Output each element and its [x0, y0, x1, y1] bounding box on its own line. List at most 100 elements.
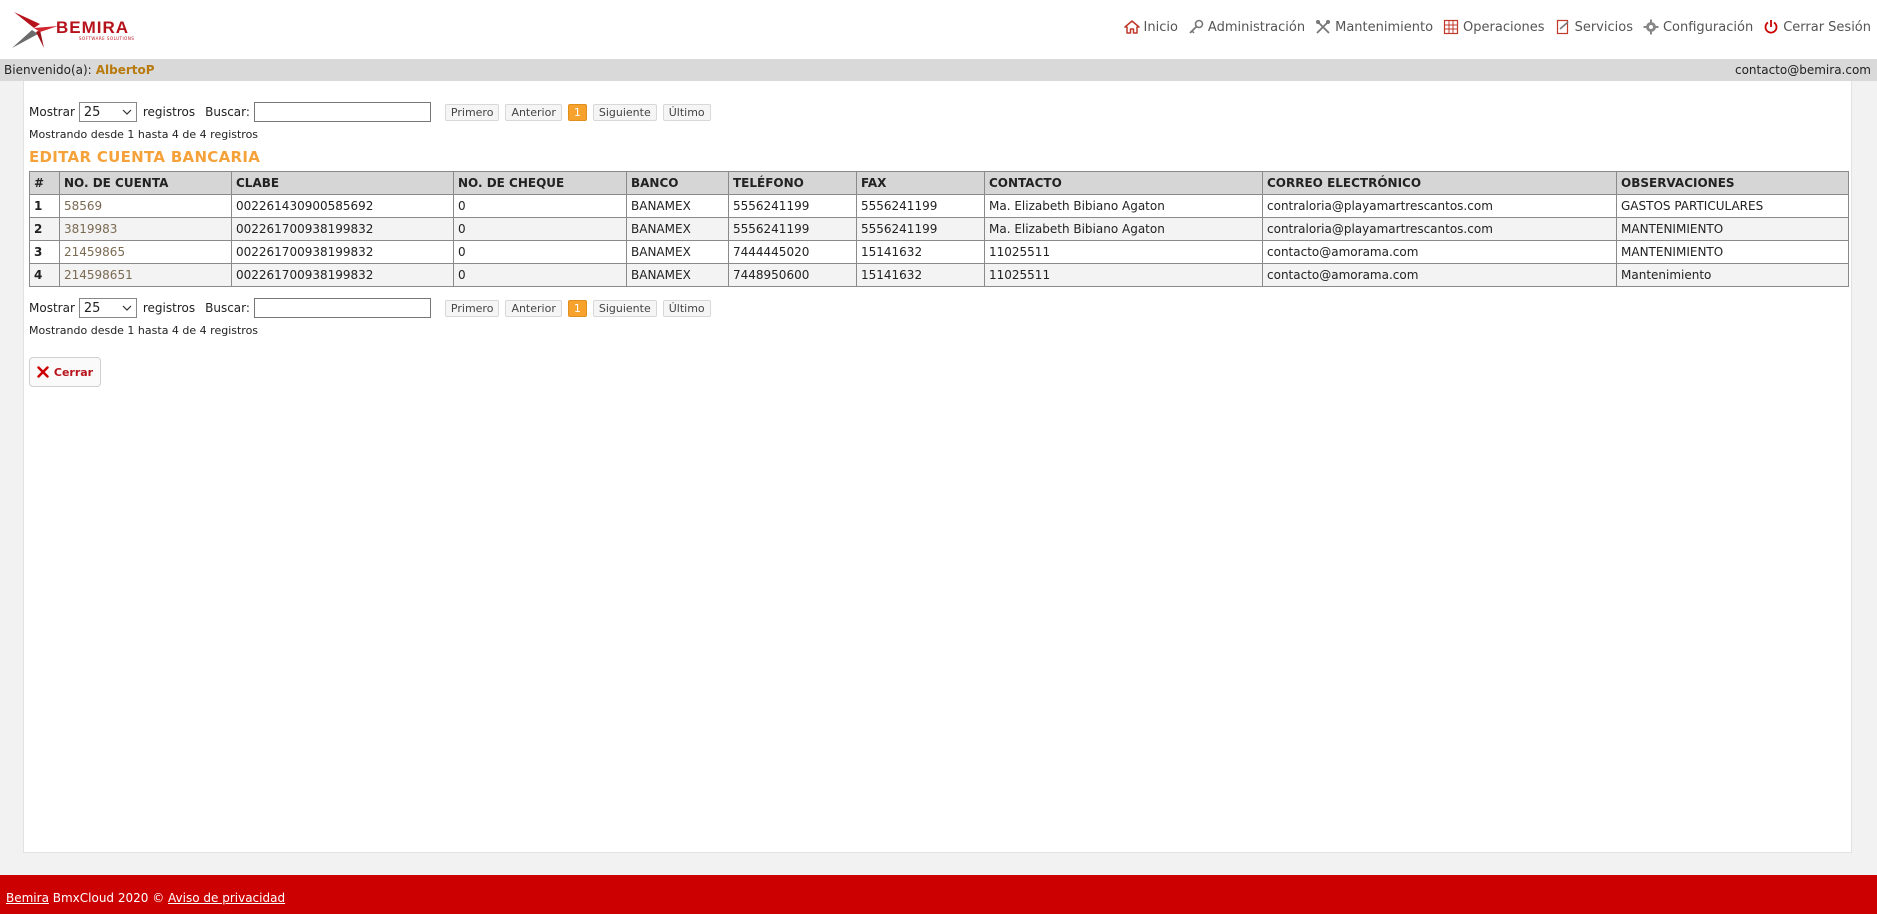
- cell-bank: BANAMEX: [626, 240, 729, 264]
- column-header-bank[interactable]: BANCO: [626, 171, 729, 195]
- nav-item-label: Operaciones: [1463, 19, 1545, 35]
- close-button[interactable]: Cerrar: [29, 357, 101, 387]
- cell-notes: Mantenimiento: [1616, 263, 1849, 287]
- cell-clabe: 002261700938199832: [231, 263, 454, 287]
- cell-contact: Ma. Elizabeth Bibiano Agaton: [984, 217, 1263, 241]
- cell-check-number: 0: [453, 263, 627, 287]
- cell-account-number-link[interactable]: 21459865: [59, 240, 232, 264]
- top-header: BEMIRA SOFTWARE SOLUTIONS Inicio Adminis…: [0, 0, 1877, 59]
- page-size-value: 25: [83, 104, 101, 120]
- list-controls-bottom: Mostrar 25 registros Buscar: Primero Ant…: [29, 297, 717, 319]
- current-page-button[interactable]: 1: [567, 103, 587, 121]
- nav-item-label: Mantenimiento: [1335, 19, 1434, 35]
- cell-check-number: 0: [453, 240, 627, 264]
- last-page-button[interactable]: Último: [662, 299, 711, 317]
- table-header-row: # NO. DE CUENTA CLABE NO. DE CHEQUE BANC…: [29, 171, 1849, 195]
- next-page-button[interactable]: Siguiente: [592, 299, 657, 317]
- column-header-fax[interactable]: FAX: [856, 171, 985, 195]
- column-header-check-number[interactable]: NO. DE CHEQUE: [453, 171, 627, 195]
- page-title: EDITAR CUENTA BANCARIA: [29, 148, 261, 166]
- cell-check-number: 0: [453, 217, 627, 241]
- power-icon: [1764, 20, 1778, 34]
- current-page-button[interactable]: 1: [567, 299, 587, 317]
- table-row[interactable]: 1 58569 002261430900585692 0 BANAMEX 555…: [29, 194, 1849, 218]
- cell-account-number-link[interactable]: 214598651: [59, 263, 232, 287]
- nav-item-label: Inicio: [1143, 19, 1178, 35]
- cell-fax: 5556241199: [856, 194, 985, 218]
- nav-item-label: Configuración: [1662, 19, 1754, 35]
- cell-index: 3: [29, 240, 60, 264]
- list-controls-top: Mostrar 25 registros Buscar: Primero Ant…: [29, 101, 717, 123]
- column-header-clabe[interactable]: CLABE: [231, 171, 454, 195]
- next-page-button[interactable]: Siguiente: [592, 103, 657, 121]
- cell-contact: Ma. Elizabeth Bibiano Agaton: [984, 194, 1263, 218]
- cell-account-number-link[interactable]: 58569: [59, 194, 232, 218]
- records-info-bottom: Mostrando desde 1 hasta 4 de 4 registros: [29, 324, 259, 337]
- first-page-button[interactable]: Primero: [444, 103, 500, 121]
- bemira-logo[interactable]: BEMIRA SOFTWARE SOLUTIONS: [10, 8, 140, 52]
- first-page-button[interactable]: Primero: [444, 299, 500, 317]
- nav-item-inicio[interactable]: Inicio: [1123, 19, 1178, 35]
- cell-contact: 11025511: [984, 263, 1263, 287]
- records-label: registros: [142, 105, 196, 119]
- page-size-select[interactable]: 25: [78, 102, 137, 122]
- previous-page-button[interactable]: Anterior: [505, 299, 562, 317]
- nav-item-operaciones[interactable]: Operaciones: [1443, 19, 1545, 35]
- cell-bank: BANAMEX: [626, 194, 729, 218]
- cell-index: 1: [29, 194, 60, 218]
- table-row[interactable]: 3 21459865 002261700938199832 0 BANAMEX …: [29, 240, 1849, 264]
- search-input[interactable]: [253, 102, 431, 122]
- nav-item-mantenimiento[interactable]: Mantenimiento: [1315, 19, 1433, 35]
- main-nav: Inicio Administración Mantenimiento Oper…: [1114, 17, 1871, 37]
- cell-bank: BANAMEX: [626, 217, 729, 241]
- footer-text: Bemira BmxCloud 2020 © Aviso de privacid…: [6, 891, 285, 905]
- column-header-index[interactable]: #: [29, 171, 60, 195]
- bank-accounts-table: # NO. DE CUENTA CLABE NO. DE CHEQUE BANC…: [29, 171, 1849, 287]
- page-size-value: 25: [83, 300, 101, 316]
- search-input[interactable]: [253, 298, 431, 318]
- privacy-notice-link[interactable]: Aviso de privacidad: [168, 891, 285, 905]
- cell-contact: 11025511: [984, 240, 1263, 264]
- welcome-label: Bienvenido(a):: [4, 63, 92, 77]
- nav-item-servicios[interactable]: Servicios: [1555, 19, 1633, 35]
- logo-tagline: SOFTWARE SOLUTIONS: [79, 36, 135, 41]
- welcome-message: Bienvenido(a): AlbertoP: [4, 63, 155, 77]
- user-name: AlbertoP: [95, 63, 155, 77]
- column-header-phone[interactable]: TELÉFONO: [728, 171, 857, 195]
- cell-account-number-link[interactable]: 3819983: [59, 217, 232, 241]
- chevron-down-icon: [122, 305, 132, 311]
- column-header-account-number[interactable]: NO. DE CUENTA: [59, 171, 232, 195]
- gear-icon: [1643, 19, 1659, 35]
- cell-clabe: 002261700938199832: [231, 217, 454, 241]
- nav-item-label: Cerrar Sesión: [1783, 19, 1871, 35]
- nav-item-administracion[interactable]: Administración: [1188, 19, 1305, 35]
- show-label: Mostrar: [29, 105, 75, 119]
- cell-bank: BANAMEX: [626, 263, 729, 287]
- tools-icon: [1316, 20, 1331, 34]
- nav-item-cerrar-sesion[interactable]: Cerrar Sesión: [1763, 19, 1871, 35]
- show-label: Mostrar: [29, 301, 75, 315]
- cell-phone: 5556241199: [728, 194, 857, 218]
- table-row[interactable]: 2 3819983 002261700938199832 0 BANAMEX 5…: [29, 217, 1849, 241]
- close-icon: [37, 366, 49, 378]
- cell-email: contacto@amorama.com: [1262, 263, 1617, 287]
- cell-fax: 15141632: [856, 263, 985, 287]
- column-header-notes[interactable]: OBSERVACIONES: [1616, 171, 1849, 195]
- bemira-link[interactable]: Bemira: [6, 891, 49, 905]
- nav-item-configuracion[interactable]: Configuración: [1643, 19, 1753, 35]
- nav-item-label: Servicios: [1574, 19, 1633, 35]
- search-label: Buscar:: [205, 301, 250, 315]
- page-size-select[interactable]: 25: [78, 298, 137, 318]
- cell-notes: MANTENIMIENTO: [1616, 217, 1849, 241]
- column-header-email[interactable]: CORREO ELECTRÓNICO: [1262, 171, 1617, 195]
- previous-page-button[interactable]: Anterior: [505, 103, 562, 121]
- table-row[interactable]: 4 214598651 002261700938199832 0 BANAMEX…: [29, 263, 1849, 287]
- column-header-contact[interactable]: CONTACTO: [984, 171, 1263, 195]
- pagination: Primero Anterior 1 Siguiente Último: [444, 103, 717, 121]
- last-page-button[interactable]: Último: [662, 103, 711, 121]
- chevron-down-icon: [122, 109, 132, 115]
- footer-copyright: BmxCloud 2020 ©: [48, 891, 169, 905]
- cell-phone: 7448950600: [728, 263, 857, 287]
- footer: Bemira BmxCloud 2020 © Aviso de privacid…: [0, 875, 1877, 914]
- cell-index: 4: [29, 263, 60, 287]
